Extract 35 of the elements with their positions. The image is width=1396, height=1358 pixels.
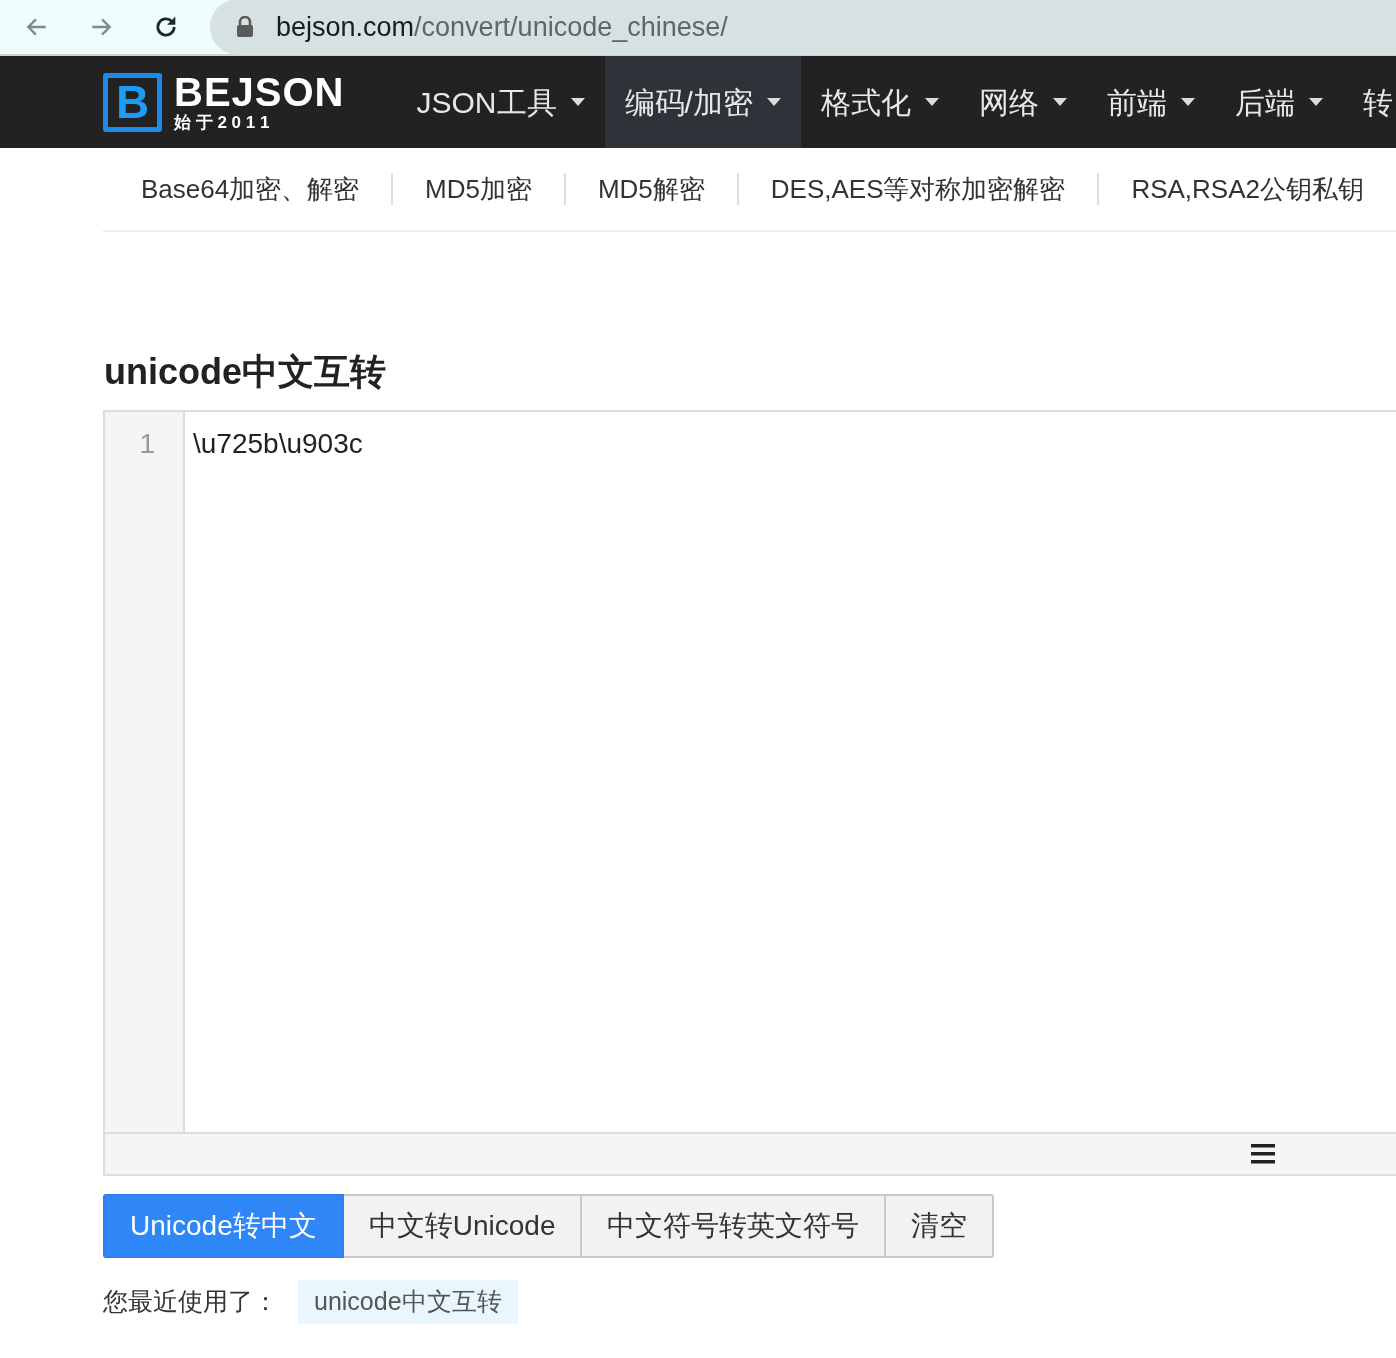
- caret-icon: [570, 98, 585, 106]
- url-text: bejson.com/convert/unicode_chinese/: [276, 10, 728, 44]
- recent-tool-link[interactable]: unicode中文互转: [298, 1280, 518, 1324]
- subnav-link[interactable]: Base64加密、解密: [103, 169, 392, 209]
- code-line: \u725b\u903c: [193, 427, 363, 461]
- subnav-link[interactable]: MD5解密: [565, 169, 737, 209]
- line-number: 1: [138, 427, 156, 461]
- nav-menu-item[interactable]: 后端: [1214, 56, 1343, 148]
- caret-icon: [1180, 98, 1195, 106]
- caret-icon: [924, 98, 939, 106]
- caret-icon: [1052, 98, 1067, 106]
- address-bar[interactable]: bejson.com/convert/unicode_chinese/: [210, 0, 1396, 55]
- menu-icon[interactable]: [1251, 1143, 1275, 1165]
- caret-icon: [766, 98, 781, 106]
- subnav-link[interactable]: RSA,RSA2公钥私钥: [1099, 169, 1396, 209]
- action-button[interactable]: 中文转Unicode: [341, 1194, 583, 1258]
- nav-menu-item[interactable]: 编码/加密: [604, 56, 801, 148]
- nav-menu-item[interactable]: 网络: [958, 56, 1087, 148]
- logo-tagline: 始 于 2 0 1 1: [174, 113, 271, 133]
- nav-menu-item[interactable]: 转: [1342, 56, 1396, 148]
- code-editor[interactable]: 1 \u725b\u903c: [103, 410, 1396, 1176]
- logo-icon: B: [103, 72, 162, 132]
- lock-icon: [236, 16, 254, 38]
- caret-icon: [1308, 98, 1323, 106]
- nav-menu-item[interactable]: JSON工具: [396, 56, 605, 148]
- logo-text: BEJSON: [174, 71, 345, 113]
- page-title: unicode中文互转: [104, 350, 387, 394]
- action-button[interactable]: Unicode转中文: [103, 1194, 344, 1258]
- action-button[interactable]: 中文符号转英文符号: [580, 1194, 887, 1258]
- recent-label: 您最近使用了：: [103, 1286, 278, 1318]
- action-button[interactable]: 清空: [884, 1194, 995, 1258]
- nav-menu-item[interactable]: 格式化: [800, 56, 959, 148]
- nav-menu-item[interactable]: 前端: [1086, 56, 1215, 148]
- subnav-link[interactable]: MD5加密: [393, 169, 564, 209]
- subnav-link[interactable]: DES,AES等对称加密解密: [738, 169, 1098, 209]
